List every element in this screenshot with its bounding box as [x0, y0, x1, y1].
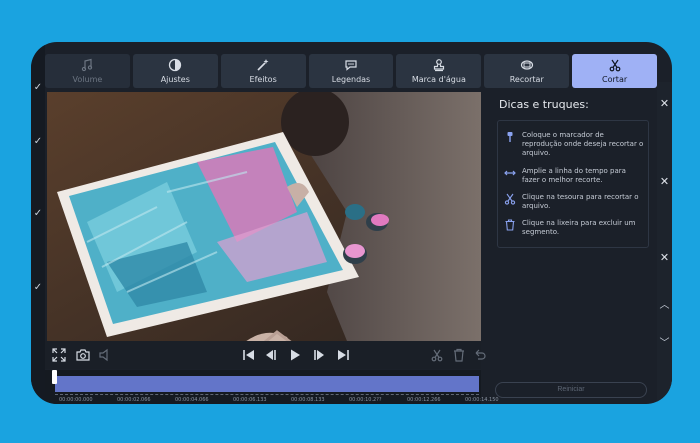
tab-label: Marca d'água [411, 75, 466, 84]
chevron-up-icon[interactable]: ︿ [657, 296, 672, 311]
tool-tabs: Volume Ajustes Efeitos Legendas Marca d'… [45, 54, 658, 90]
trash-icon[interactable] [451, 347, 467, 363]
tab-efeitos[interactable]: Efeitos [220, 54, 306, 88]
close-icon[interactable]: ✕ [657, 175, 672, 188]
editor-window: ✓ ✓ ✓ ✓ ✕ ✕ ✕ ︿ ﹀ Volume Ajustes Efeitos… [31, 42, 672, 404]
time-tick-label: 00:00:06.133 [233, 397, 267, 403]
time-tick-label: 00:00:04.066 [175, 397, 209, 403]
chevron-down-icon[interactable]: ﹀ [657, 334, 672, 349]
tip-text: Coloque o marcador de reprodução onde de… [522, 131, 644, 157]
reset-button[interactable]: Reiniciar [495, 382, 647, 398]
tab-recortar[interactable]: Recortar [484, 54, 570, 88]
tips-list: Coloque o marcador de reprodução onde de… [497, 120, 649, 248]
speaker-icon[interactable] [97, 347, 113, 363]
camera-icon[interactable] [75, 347, 91, 363]
tip-item: Clique na tesoura para recortar o arquiv… [504, 193, 644, 211]
fullscreen-icon[interactable] [51, 347, 67, 363]
tips-panel: Dicas e truques: Coloque o marcador de r… [489, 92, 657, 404]
tab-volume[interactable]: Volume [45, 54, 130, 88]
tab-label: Ajustes [160, 75, 190, 84]
trash-icon [504, 219, 516, 231]
time-tick-label: 00:00:12.266 [407, 397, 441, 403]
playback-controls [45, 341, 486, 369]
tab-label: Recortar [509, 75, 544, 84]
tip-item: Amplie a linha do tempo para fazer o mel… [504, 167, 644, 185]
check-icon[interactable]: ✓ [32, 208, 44, 220]
tip-text: Clique na lixeira para excluir um segmen… [522, 219, 636, 236]
tab-label: Cortar [602, 75, 628, 84]
tab-marca-dagua[interactable]: Marca d'água [396, 54, 482, 88]
frame-back-icon[interactable] [263, 347, 279, 363]
tab-legendas[interactable]: Legendas [308, 54, 394, 88]
time-tick-label: 00:00:08.133 [291, 397, 325, 403]
tip-text: Amplie a linha do tempo para fazer o mel… [522, 167, 626, 184]
left-panel-edge: ✓ ✓ ✓ ✓ [31, 42, 45, 404]
speech-bubble-icon [344, 58, 358, 72]
timeline[interactable]: 00:00:00.000 00:00:02.066 00:00:04.066 00:0… [45, 370, 499, 404]
tab-ajustes[interactable]: Ajustes [132, 54, 218, 88]
zoom-timeline-icon [504, 167, 516, 179]
skip-end-icon[interactable] [335, 347, 351, 363]
tab-cortar[interactable]: Cortar [572, 54, 658, 88]
video-track-segment[interactable] [55, 376, 479, 392]
skip-start-icon[interactable] [241, 347, 257, 363]
time-tick-label: 00:00:10.2?? [349, 397, 382, 403]
scissors-icon [504, 193, 516, 205]
magic-wand-icon [256, 58, 270, 72]
tip-item: Coloque o marcador de reprodução onde de… [504, 131, 644, 158]
time-tick-label: 00:00:00.000 [59, 397, 93, 403]
tab-label: Volume [72, 75, 103, 84]
check-icon[interactable]: ✓ [32, 282, 44, 294]
contrast-icon [168, 58, 182, 72]
music-note-icon [80, 58, 94, 72]
right-panel-edge: ✕ ✕ ✕ ︿ ﹀ [657, 82, 672, 404]
stamp-icon [432, 58, 446, 72]
playhead-marker-icon [504, 131, 516, 143]
playhead-marker[interactable] [52, 370, 57, 384]
tips-title: Dicas e truques: [499, 98, 589, 111]
tip-text: Clique na tesoura para recortar o arquiv… [522, 193, 639, 210]
play-icon[interactable] [287, 347, 303, 363]
frame-forward-icon[interactable] [311, 347, 327, 363]
crop-icon [520, 58, 534, 72]
close-icon[interactable]: ✕ [657, 97, 672, 110]
undo-icon[interactable] [471, 347, 486, 363]
check-icon[interactable]: ✓ [32, 136, 44, 148]
close-icon[interactable]: ✕ [657, 251, 672, 264]
video-preview[interactable] [47, 92, 481, 341]
scissors-icon[interactable] [429, 347, 445, 363]
time-tick-label: 00:00:02.066 [117, 397, 151, 403]
video-frame-image [47, 92, 481, 341]
scissors-icon [608, 58, 622, 72]
check-icon[interactable]: ✓ [32, 82, 44, 94]
tip-item: Clique na lixeira para excluir um segmen… [504, 219, 644, 237]
tab-label: Efeitos [249, 75, 277, 84]
tab-label: Legendas [331, 75, 371, 84]
